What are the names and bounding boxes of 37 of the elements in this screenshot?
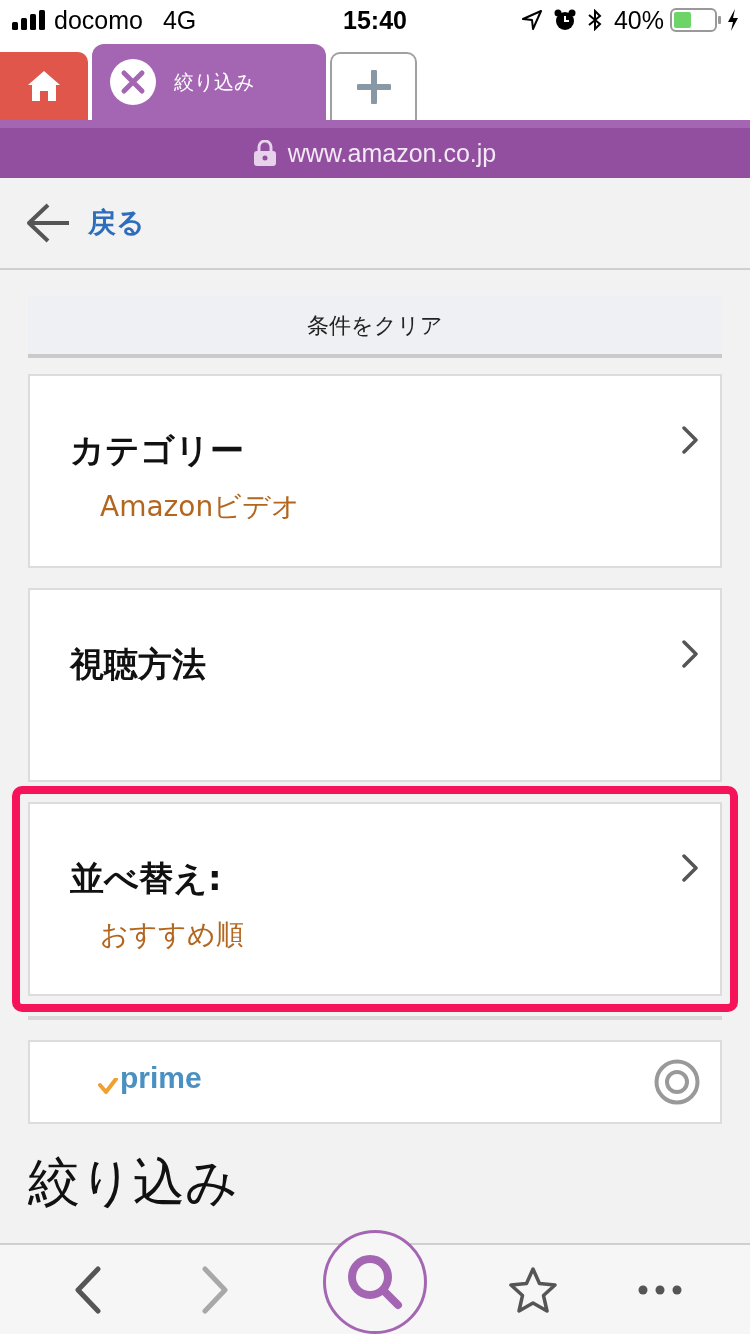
alarm-clock-icon	[553, 9, 576, 31]
check-icon	[98, 1078, 118, 1094]
url-text: www.amazon.co.jp	[287, 138, 497, 168]
address-bar[interactable]: www.amazon.co.jp	[0, 128, 750, 178]
battery-percent: 40%	[613, 5, 664, 35]
radio-button[interactable]	[654, 1059, 700, 1105]
chevron-right-icon	[682, 426, 698, 454]
signal-icon	[12, 10, 46, 30]
charging-bolt-icon	[728, 9, 738, 31]
clock-time: 15:40	[343, 5, 407, 35]
battery-icon	[670, 8, 722, 32]
filter-value: おすすめ順	[100, 918, 244, 952]
filter-value: Amazonビデオ	[100, 490, 301, 524]
back-link[interactable]: 戻る	[26, 203, 145, 243]
filter-title: 視聴方法	[70, 644, 206, 684]
bluetooth-icon	[587, 9, 602, 31]
lock-icon	[253, 140, 276, 166]
arrow-left-icon	[26, 203, 70, 243]
chevron-right-icon	[682, 854, 698, 882]
filter-card[interactable]: 視聴方法	[28, 588, 722, 782]
chevron-right-icon	[682, 640, 698, 668]
carrier-name: docomo	[54, 5, 143, 35]
filter-card[interactable]: 並べ替え: おすすめ順	[28, 802, 722, 996]
browser-tab[interactable]: 絞り込み	[92, 44, 326, 120]
filter-card[interactable]: カテゴリー Amazonビデオ	[28, 374, 722, 568]
house-icon	[27, 70, 61, 102]
location-arrow-icon	[521, 10, 542, 30]
network-type: 4G	[162, 5, 197, 35]
close-icon[interactable]	[110, 59, 156, 105]
clear-filters-button[interactable]: 条件をクリア	[28, 296, 722, 358]
section-heading: 絞り込み	[28, 1152, 238, 1212]
new-tab-button[interactable]	[330, 52, 417, 120]
prime-logo-text: prime	[120, 1062, 202, 1094]
filter-title: 並べ替え:	[70, 858, 222, 898]
filter-title: カテゴリー	[70, 430, 244, 470]
plus-icon	[356, 70, 391, 104]
home-tab[interactable]	[0, 52, 88, 120]
